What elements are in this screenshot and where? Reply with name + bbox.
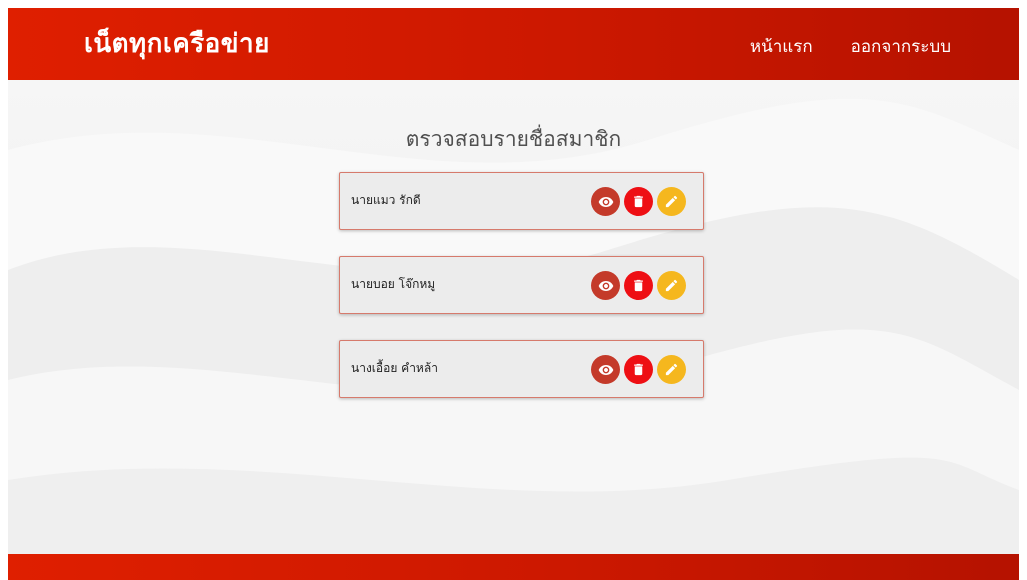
member-card: นางเอื้อย คำหล้า: [339, 340, 704, 398]
eye-icon: [598, 196, 613, 207]
member-card: นายแมว รักดี: [339, 172, 704, 230]
top-navbar: เน็ตทุกเครือข่าย หน้าแรก ออกจากระบบ: [8, 8, 1019, 80]
member-actions: [591, 355, 686, 384]
member-name: นายบอย โจ๊กหมู: [351, 277, 436, 291]
delete-button[interactable]: [624, 355, 653, 384]
trash-icon: [634, 195, 643, 208]
nav-link-home[interactable]: หน้าแรก: [750, 36, 813, 58]
member-list: นายแมว รักดี นายบอย โจ๊กหมู นางเอื้อย คำ…: [339, 172, 704, 424]
member-actions: [591, 271, 686, 300]
member-card: นายบอย โจ๊กหมู: [339, 256, 704, 314]
member-name: นางเอื้อย คำหล้า: [351, 361, 438, 375]
edit-button[interactable]: [657, 355, 686, 384]
view-button[interactable]: [591, 355, 620, 384]
nav-link-logout[interactable]: ออกจากระบบ: [851, 36, 951, 58]
delete-button[interactable]: [624, 187, 653, 216]
view-button[interactable]: [591, 271, 620, 300]
brand-logo-text[interactable]: เน็ตทุกเครือข่าย: [84, 28, 270, 60]
edit-button[interactable]: [657, 271, 686, 300]
pencil-icon: [665, 195, 678, 208]
pencil-icon: [665, 363, 678, 376]
delete-button[interactable]: [624, 271, 653, 300]
eye-icon: [598, 364, 613, 375]
app-frame: เน็ตทุกเครือข่าย หน้าแรก ออกจากระบบ ตรวจ…: [8, 8, 1019, 580]
pencil-icon: [665, 279, 678, 292]
view-button[interactable]: [591, 187, 620, 216]
member-name: นายแมว รักดี: [351, 193, 421, 207]
member-actions: [591, 187, 686, 216]
edit-button[interactable]: [657, 187, 686, 216]
footer-bar: [8, 554, 1019, 580]
eye-icon: [598, 280, 613, 291]
nav-links: หน้าแรก ออกจากระบบ: [750, 36, 951, 58]
trash-icon: [634, 363, 643, 376]
main-content: ตรวจสอบรายชื่อสมาชิก นายแมว รักดี นายบอย…: [8, 80, 1019, 554]
page-title: ตรวจสอบรายชื่อสมาชิก: [405, 127, 622, 151]
trash-icon: [634, 279, 643, 292]
